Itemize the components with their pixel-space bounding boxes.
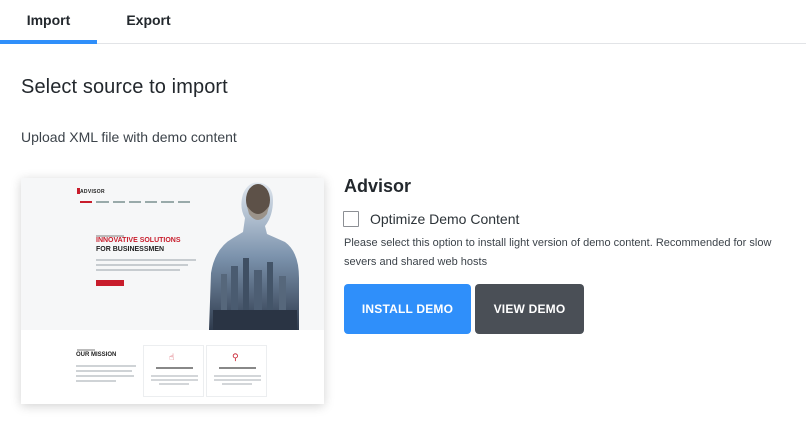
demo-preview-image: ADVISOR INNOVATIVE SOLUTIONS FOR BUSINES… [21,178,324,404]
optimize-demo-description: Please select this option to install lig… [344,237,772,268]
preview-cta-button [96,280,124,286]
preview-feature-box: ⚲ [206,345,267,397]
optimize-demo-label: Optimize Demo Content [370,211,520,227]
install-demo-button[interactable]: INSTALL DEMO [344,284,471,334]
page-title: Select source to import [21,76,228,98]
preview-heading-dark: FOR BUSINESSMEN [96,246,165,253]
preview-text-line [96,264,188,266]
preview-businessman-image [209,182,299,330]
tab-bar: Import Export [0,0,806,44]
preview-text-line [76,365,136,367]
preview-text-line [76,375,134,377]
preview-heading-red: INNOVATIVE SOLUTIONS [96,237,181,244]
person-icon: ⚲ [232,352,239,362]
page-subtitle: Upload XML file with demo content [21,129,237,145]
hand-icon: ☝ [169,352,175,362]
preview-text-line [76,370,132,372]
active-tab-indicator [0,40,97,44]
preview-text-line [76,380,116,382]
demo-name: Advisor [344,176,412,196]
tab-import[interactable]: Import [0,0,97,44]
preview-text-line [96,259,196,261]
view-demo-button[interactable]: VIEW DEMO [475,284,584,334]
tab-export[interactable]: Export [97,0,200,44]
preview-hero: ADVISOR INNOVATIVE SOLUTIONS FOR BUSINES… [21,178,324,330]
preview-logo: ADVISOR [80,189,105,195]
preview-nav [80,201,190,204]
optimize-demo-option[interactable]: Optimize Demo Content [343,210,519,228]
preview-feature-box: ☝ [143,345,204,397]
optimize-demo-checkbox[interactable] [343,211,359,227]
preview-text-line [96,269,180,271]
preview-mission-heading: OUR MISSION [76,352,117,358]
preview-mission-kicker [77,349,95,351]
